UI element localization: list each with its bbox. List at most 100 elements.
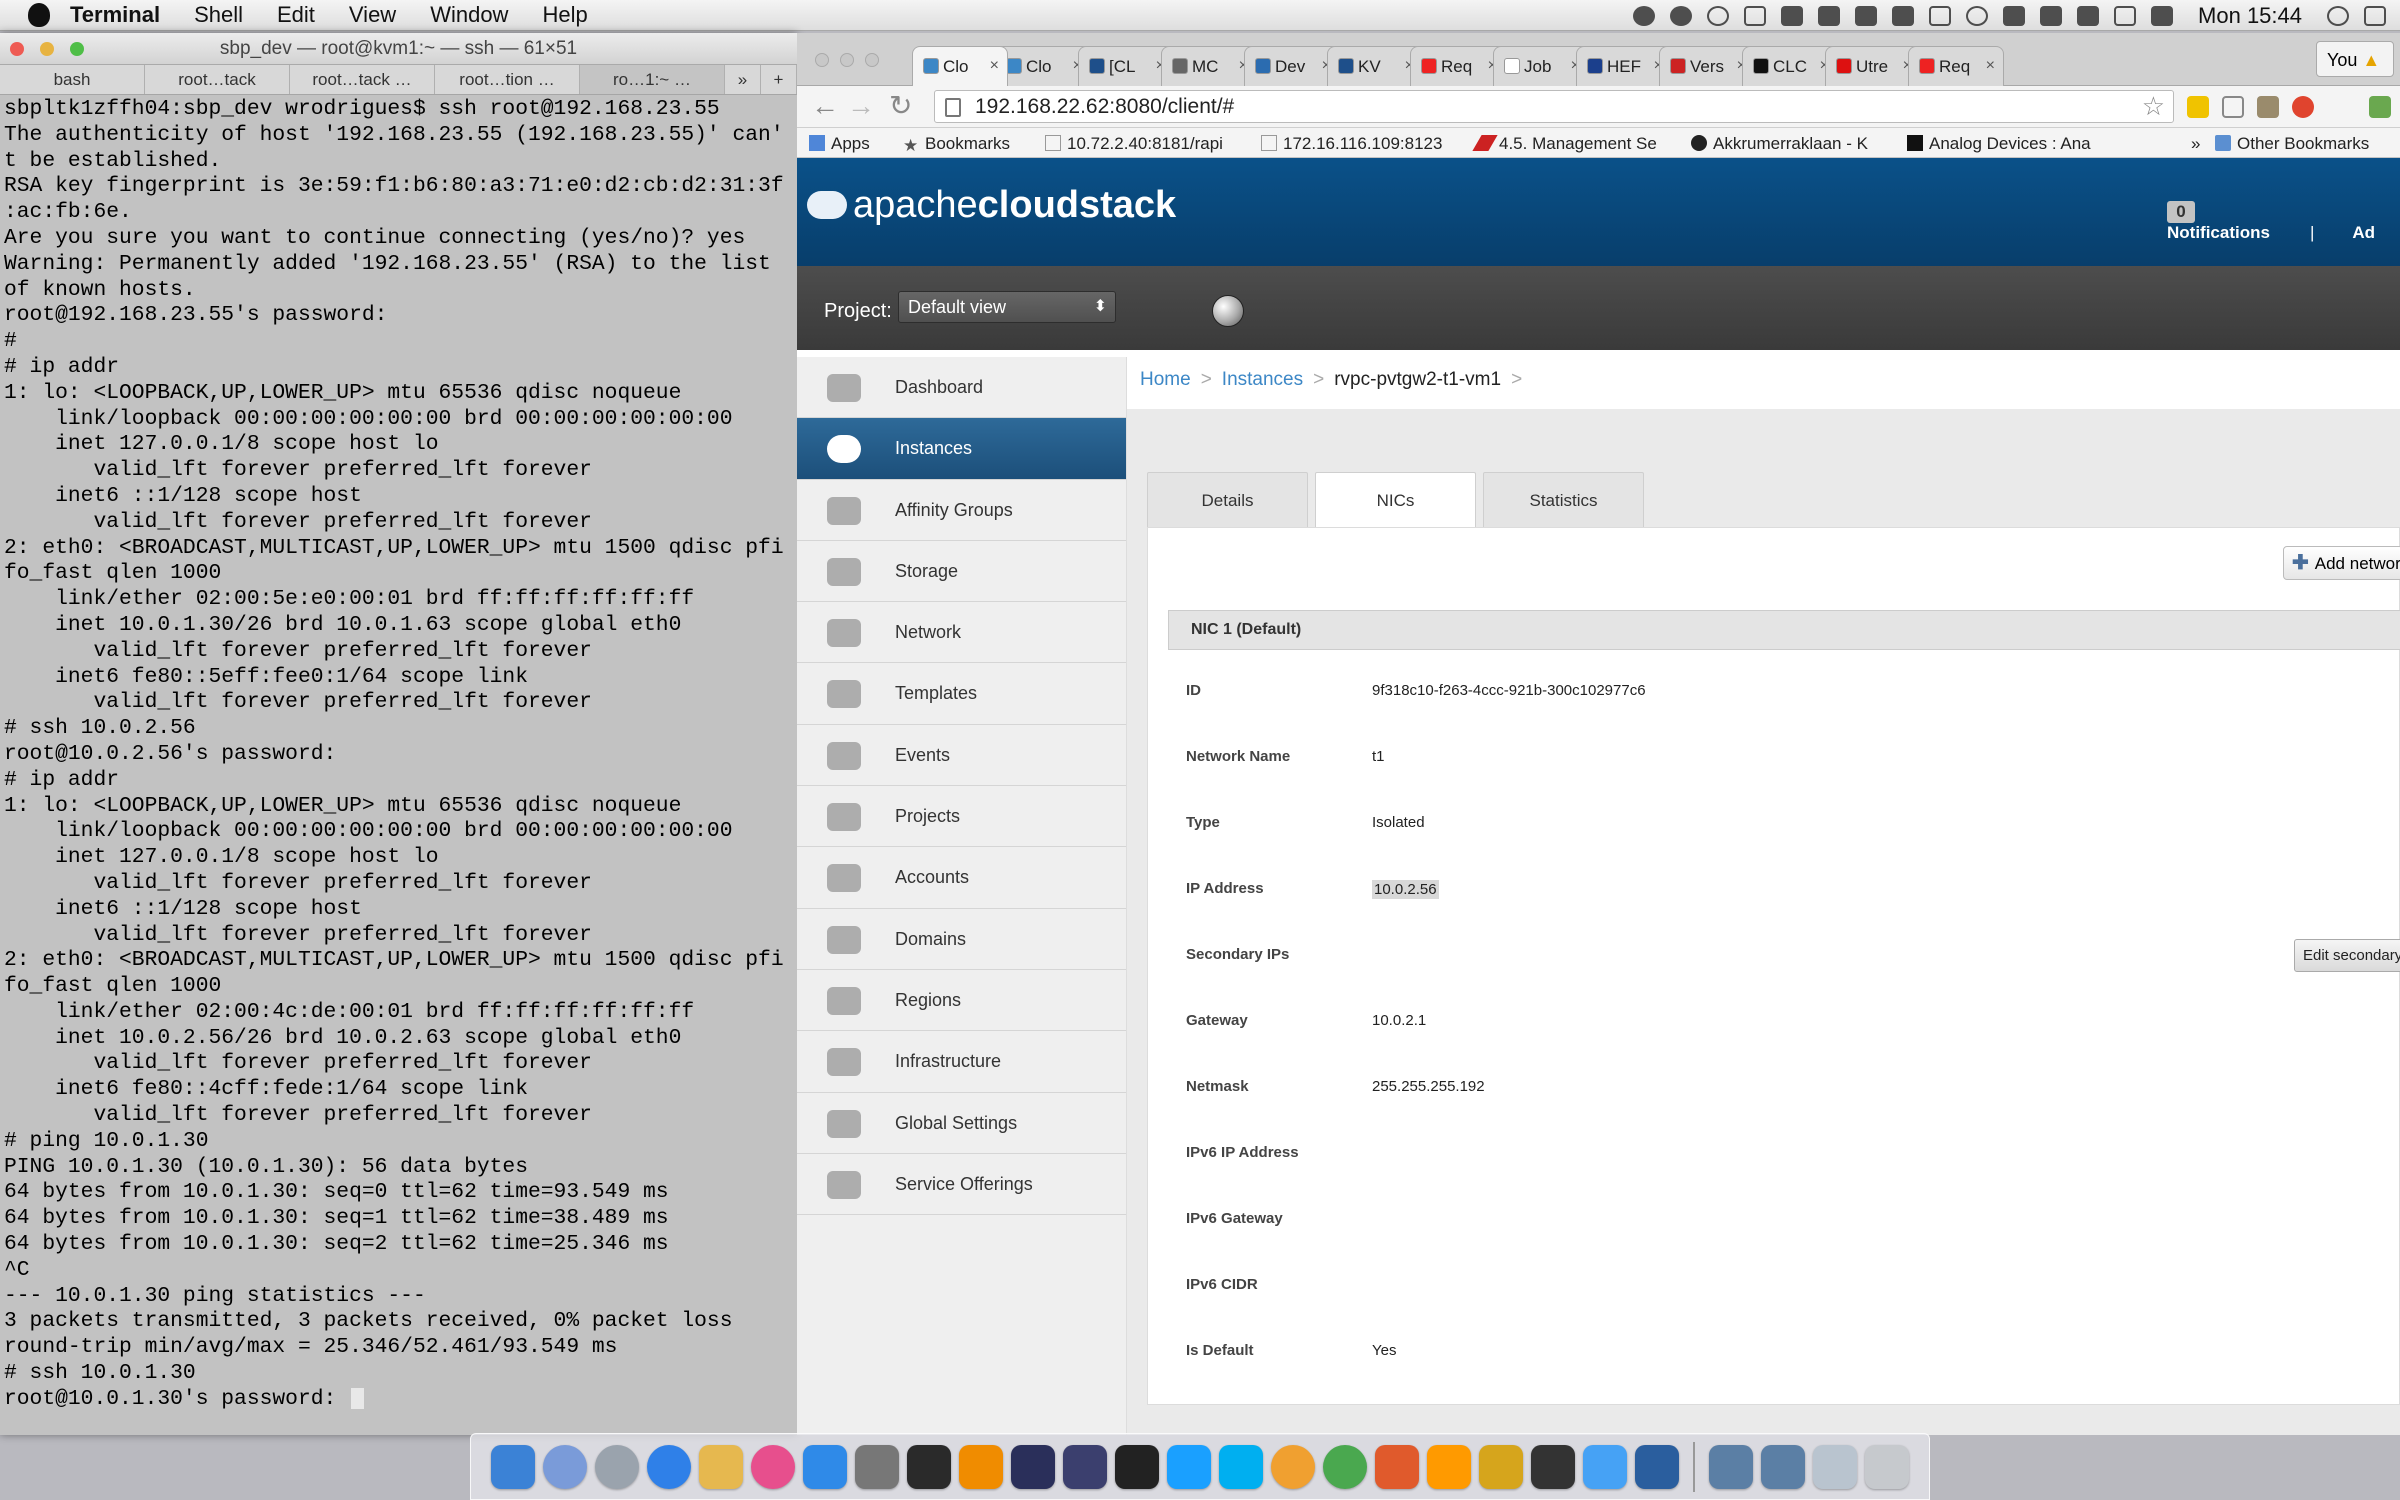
close-window-icon[interactable]: [815, 53, 829, 67]
memory-icon[interactable]: [1929, 5, 1952, 26]
dock-quicktime-icon[interactable]: [1635, 1444, 1679, 1489]
bookmark-link[interactable]: 172.16.116.109:8123: [1261, 134, 1442, 154]
checkmark-icon[interactable]: [1744, 5, 1767, 26]
bookmark-apps[interactable]: Apps: [809, 134, 870, 154]
browser-tab[interactable]: KV×: [1327, 46, 1423, 86]
shield-icon[interactable]: [1855, 5, 1878, 26]
extension-icon[interactable]: [2257, 96, 2279, 118]
dock-chrome-icon[interactable]: [1323, 1444, 1367, 1489]
cast-icon[interactable]: [2222, 96, 2244, 118]
browser-tab[interactable]: Vers×: [1659, 46, 1755, 86]
browser-tab[interactable]: HEF×: [1576, 46, 1672, 86]
wifi-icon[interactable]: [2077, 5, 2100, 26]
notifications[interactable]: 0Notifications | Ad: [2167, 201, 2400, 243]
terminal-tab-active[interactable]: ro…1:~ …: [580, 65, 725, 94]
cloudstack-logo[interactable]: apachecloudstack: [807, 184, 1176, 227]
sidebar-item-network[interactable]: Network: [797, 602, 1126, 664]
back-icon[interactable]: ←: [811, 92, 839, 120]
account-menu[interactable]: Ad: [2352, 223, 2375, 242]
browser-tab[interactable]: Req ×: [1908, 46, 2004, 86]
sidebar-item-storage[interactable]: Storage: [797, 541, 1126, 603]
extension-icon[interactable]: [2292, 96, 2314, 118]
edit-secondary-ips-button[interactable]: Edit secondary IPs: [2294, 939, 2400, 972]
dock-downloads-icon[interactable]: [1813, 1444, 1857, 1489]
bookmark-folder[interactable]: ★ Bookmarks: [903, 134, 1010, 155]
breadcrumb-instances[interactable]: Instances: [1222, 369, 1303, 390]
dock-sublime-text-icon[interactable]: [1427, 1444, 1471, 1489]
browser-tab[interactable]: CLC×: [1742, 46, 1838, 86]
sidebar-item-events[interactable]: Events: [797, 725, 1126, 787]
dock-vlc-icon[interactable]: [959, 1444, 1003, 1489]
close-tab-icon[interactable]: ×: [1986, 57, 1995, 75]
reload-icon[interactable]: ↻: [889, 92, 912, 120]
status-app-icon[interactable]: [1670, 5, 1693, 26]
terminal-tab[interactable]: root…tack …: [290, 65, 435, 94]
bookmark-link[interactable]: 4.5. Management Se: [1472, 134, 1657, 154]
minimize-window-icon[interactable]: [40, 42, 54, 56]
dock-photos-icon[interactable]: [1271, 1444, 1315, 1489]
sidebar-item-domains[interactable]: Domains: [797, 909, 1126, 970]
browser-tab-active[interactable]: Clo ×: [912, 46, 1008, 86]
extension-icon[interactable]: [2187, 96, 2209, 118]
notification-center-icon[interactable]: [2364, 5, 2386, 26]
sidebar-item-global-settings[interactable]: Global Settings: [797, 1093, 1126, 1154]
menu-edit[interactable]: Edit: [277, 2, 315, 28]
sidebar-item-projects[interactable]: Projects: [797, 786, 1126, 848]
clock[interactable]: Mon 15:44: [2198, 3, 2302, 29]
menu-view[interactable]: View: [349, 2, 396, 28]
forward-icon[interactable]: →: [847, 92, 875, 120]
display-icon[interactable]: [2114, 5, 2137, 26]
tab-details[interactable]: Details: [1147, 472, 1308, 527]
time-machine-icon[interactable]: [1966, 5, 1989, 26]
dock-skype-icon[interactable]: [1219, 1444, 1263, 1489]
dock-itunes-icon[interactable]: [751, 1444, 795, 1489]
bookmark-link[interactable]: 10.72.2.40:8181/rapi: [1045, 134, 1223, 154]
dock-terminal-icon[interactable]: [1115, 1444, 1159, 1489]
bell-icon[interactable]: [1781, 5, 1804, 26]
sidebar-item-infrastructure[interactable]: Infrastructure: [797, 1031, 1126, 1093]
dock-safari-icon[interactable]: [647, 1444, 691, 1489]
battery-icon[interactable]: [2151, 5, 2174, 26]
menu-hamburger-icon[interactable]: [2369, 96, 2391, 118]
dock-preview-icon[interactable]: [699, 1444, 743, 1489]
close-tab-icon[interactable]: ×: [990, 57, 999, 75]
spotlight-search-icon[interactable]: [2327, 5, 2349, 26]
sidebar-item-dashboard[interactable]: Dashboard: [797, 357, 1126, 419]
terminal-output[interactable]: sbpltk1zffh04:sbp_dev wrodrigues$ ssh ro…: [0, 95, 797, 1433]
browser-tab[interactable]: Utre×: [1825, 46, 1921, 86]
menu-app-name[interactable]: Terminal: [70, 2, 160, 28]
browser-tab[interactable]: MC×: [1161, 46, 1257, 86]
more-tabs-icon[interactable]: »: [725, 65, 761, 94]
dock-applications-icon[interactable]: [1761, 1444, 1805, 1489]
bookmark-star-icon[interactable]: ☆: [2142, 91, 2165, 122]
sidebar-item-service-offerings[interactable]: Service Offerings: [797, 1154, 1126, 1216]
sidebar-item-accounts[interactable]: Accounts: [797, 847, 1126, 909]
add-network-button[interactable]: ✚ Add network: [2283, 546, 2400, 580]
dock-messages-icon[interactable]: [1583, 1444, 1627, 1489]
dock-rocket-icon[interactable]: [595, 1444, 639, 1489]
headphones-icon[interactable]: [1818, 5, 1841, 26]
dock-x11-icon[interactable]: [1531, 1444, 1575, 1489]
menu-shell[interactable]: Shell: [194, 2, 243, 28]
browser-tab[interactable]: [CL×: [1078, 46, 1174, 86]
apple-menu-icon[interactable]: [28, 3, 50, 27]
browser-tab[interactable]: Clo×: [995, 46, 1091, 86]
field-value[interactable]: 10.0.2.56: [1372, 880, 1439, 899]
menu-help[interactable]: Help: [542, 2, 587, 28]
dock-activity-monitor-icon[interactable]: [907, 1444, 951, 1489]
sidebar-item-regions[interactable]: Regions: [797, 970, 1126, 1032]
new-tab-icon[interactable]: +: [761, 65, 797, 94]
tab-statistics[interactable]: Statistics: [1483, 472, 1644, 527]
sidebar-item-templates[interactable]: Templates: [797, 663, 1126, 725]
dock-trash-icon[interactable]: [1865, 1444, 1909, 1489]
browser-tab[interactable]: Job×: [1493, 46, 1589, 86]
zoom-window-icon[interactable]: [865, 53, 879, 67]
bookmark-other[interactable]: Other Bookmarks: [2215, 134, 2369, 154]
record-icon[interactable]: [1707, 5, 1730, 26]
dock-applications-icon[interactable]: [1709, 1444, 1753, 1489]
dropbox-icon[interactable]: [1892, 5, 1915, 26]
dock-launchpad-icon[interactable]: [543, 1444, 587, 1489]
bookmark-link[interactable]: Akkrumerraklaan - K: [1691, 134, 1868, 154]
breadcrumb-home[interactable]: Home: [1140, 369, 1191, 390]
project-select[interactable]: Default view ⬍: [898, 291, 1116, 323]
